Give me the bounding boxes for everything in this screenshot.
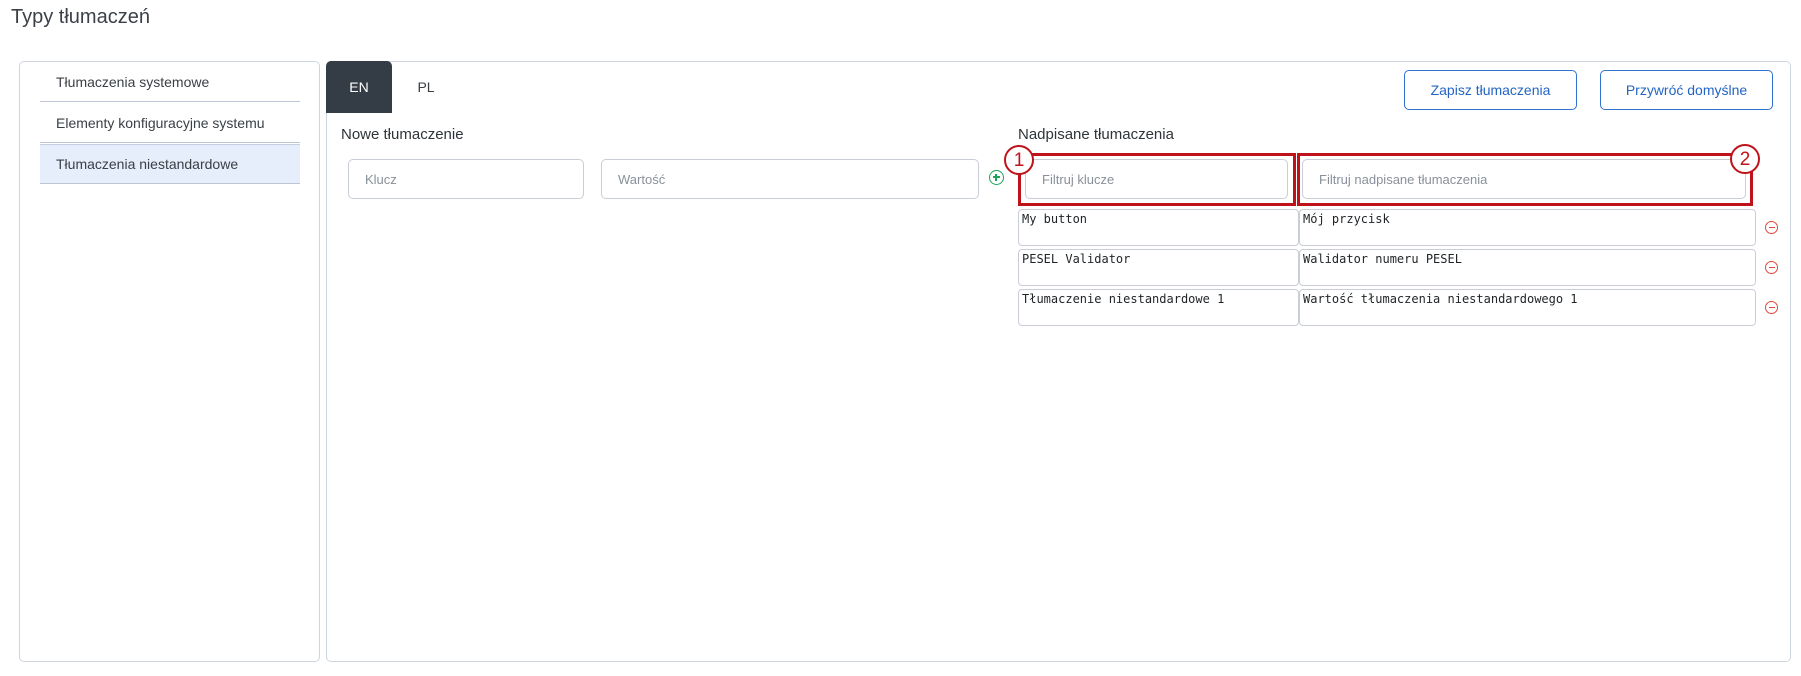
save-translations-button[interactable]: Zapisz tłumaczenia (1404, 70, 1577, 110)
tab-pl[interactable]: PL (393, 61, 459, 113)
sidebar-item-label: Tłumaczenia systemowe (56, 73, 210, 90)
override-key-cell[interactable]: PESEL Validator (1018, 249, 1299, 286)
value-input[interactable]: Wartość (601, 159, 979, 199)
tab-en[interactable]: EN (326, 61, 392, 113)
sidebar-item-label: Elementy konfiguracyjne systemu (56, 114, 265, 131)
annotation-marker-2: 2 (1730, 144, 1760, 174)
new-translation-title: Nowe tłumaczenie (341, 126, 464, 143)
annotation-highlight-2 (1297, 153, 1753, 206)
page-title: Typy tłumaczeń (11, 6, 150, 28)
plus-circle-icon[interactable] (989, 170, 1004, 185)
sidebar-item-label: Tłumaczenia niestandardowe (56, 156, 239, 172)
sidebar-item-config-elements[interactable]: Elementy konfiguracyjne systemu (40, 103, 300, 143)
restore-defaults-button[interactable]: Przywróć domyślne (1600, 70, 1773, 110)
key-input[interactable]: Klucz (348, 159, 584, 199)
minus-circle-icon[interactable] (1765, 301, 1778, 314)
translations-panel: EN PL Zapisz tłumaczenia Przywróć domyśl… (326, 61, 1791, 662)
sidebar-item-custom-translations[interactable]: Tłumaczenia niestandardowe (40, 144, 300, 184)
overridden-translations-title: Nadpisane tłumaczenia (1018, 126, 1174, 143)
sidebar-item-system-translations[interactable]: Tłumaczenia systemowe (40, 62, 300, 102)
sidebar: Tłumaczenia systemowe Elementy konfigura… (19, 61, 320, 662)
minus-circle-icon[interactable] (1765, 221, 1778, 234)
minus-circle-icon[interactable] (1765, 261, 1778, 274)
override-value-cell[interactable]: Mój przycisk (1299, 209, 1756, 246)
annotation-highlight-1 (1018, 153, 1296, 206)
override-value-cell[interactable]: Walidator numeru PESEL (1299, 249, 1756, 286)
annotation-marker-1: 1 (1004, 145, 1034, 175)
override-key-cell[interactable]: My button (1018, 209, 1299, 246)
override-key-cell[interactable]: Tłumaczenie niestandardowe 1 (1018, 289, 1299, 326)
override-value-cell[interactable]: Wartość tłumaczenia niestandardowego 1 (1299, 289, 1756, 326)
